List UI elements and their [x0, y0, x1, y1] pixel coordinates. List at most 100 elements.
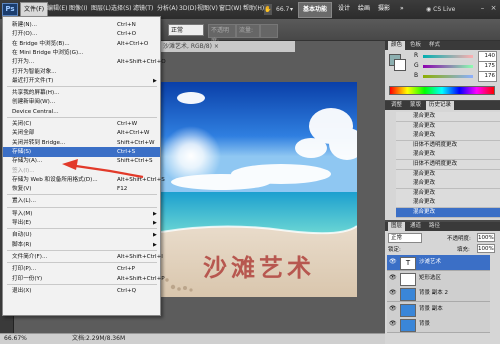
history-item[interactable]: 混合更改	[396, 112, 500, 122]
tab-paths[interactable]: 路径	[426, 222, 443, 231]
file-menu-item-label: 退出(X)	[12, 287, 32, 294]
color-panel-header: 颜色 色板 样式	[385, 41, 500, 50]
file-menu-item[interactable]: 打印一份(Y) Alt+Shift+Ctrl+P	[3, 274, 165, 284]
submenu-arrow-icon: ▶	[153, 241, 157, 248]
document-tab[interactable]: 沙滩艺术, RGB/8) ×	[160, 41, 295, 52]
menu-separator	[7, 283, 157, 285]
file-menu-item[interactable]: 恢复(V) F12	[3, 184, 160, 194]
file-menu-item-shortcut: Alt+Shift+Ctrl+P	[117, 275, 165, 282]
layer-opacity-label: 不透明度:	[447, 236, 471, 242]
menu-separator	[7, 194, 157, 196]
file-menu-item[interactable]: 最近打开文件(T) ▶	[3, 76, 160, 86]
layer-row[interactable]: 👁 矩形选区	[387, 270, 490, 287]
flow-label[interactable]: 流量:	[236, 24, 260, 38]
background-swatch[interactable]	[394, 59, 406, 71]
channel-b-slider[interactable]	[423, 75, 473, 78]
close-icon[interactable]: ×	[489, 4, 498, 13]
document-size-status: 文档:2.29M/8.36M	[72, 335, 126, 342]
mode-select[interactable]: 正常	[168, 24, 204, 36]
file-menu-item[interactable]: 退出(X) Ctrl+Q	[3, 286, 160, 296]
history-item[interactable]: 混合更改	[396, 198, 500, 209]
menu-separator	[7, 249, 157, 251]
menu-separator	[7, 228, 157, 230]
chevron-down-icon[interactable]: ▾	[290, 4, 293, 15]
cs-live-button[interactable]: ◉ CS Live	[426, 4, 476, 15]
history-item[interactable]: 旧体不透明度更改	[396, 160, 500, 170]
file-menu-item[interactable]: 置入(L)...	[3, 196, 160, 206]
tab-adjustments[interactable]: 调整	[388, 101, 405, 110]
file-menu-item[interactable]: 文件简介(F)... Alt+Shift+Ctrl+I	[3, 252, 163, 262]
layer-thumbnail: T	[400, 257, 416, 270]
mode-value: 正常	[171, 27, 184, 34]
tab-layers[interactable]: 图层	[388, 222, 406, 231]
workspace-more[interactable]: »	[396, 2, 408, 16]
file-menu-item-label: 文件简介(F)...	[12, 253, 48, 260]
layer-name: 沙滩艺术	[419, 259, 442, 265]
minimize-icon[interactable]: –	[478, 4, 487, 13]
blend-mode-select[interactable]: 正常	[388, 233, 422, 243]
eye-icon[interactable]: 👁	[389, 290, 397, 296]
layer-row[interactable]: 👁 背景 副本	[387, 301, 490, 318]
file-menu-item-label: 最近打开文件(T)	[12, 77, 54, 84]
fill-label: 填充:	[457, 247, 470, 253]
file-menu-item-label: 恢复(V)	[12, 186, 32, 193]
menu-filter[interactable]: 滤镜(T)	[130, 2, 156, 16]
beach-photo: 沙滩艺术	[161, 82, 357, 297]
layer-row[interactable]: 👁 背景	[387, 317, 490, 333]
history-item[interactable]: 混合更改	[396, 208, 500, 218]
layer-thumbnail	[400, 272, 416, 286]
opacity-label[interactable]: 不透明度:	[208, 24, 236, 45]
airbrush-toggle[interactable]	[260, 24, 278, 38]
eye-icon[interactable]: 👁	[389, 305, 397, 312]
status-bar: 66.67% 文档:2.29M/8.36M	[0, 333, 385, 344]
menu-separator	[7, 262, 157, 264]
layer-opacity-value[interactable]: 100%	[477, 233, 495, 242]
submenu-arrow-icon: ▶	[153, 77, 157, 84]
channel-g-slider[interactable]	[423, 65, 473, 68]
history-item[interactable]: 混合更改	[396, 179, 500, 190]
file-menu-item-label: 导出(E)	[12, 220, 32, 226]
layer-row[interactable]: 👁 T 沙滩艺术	[387, 255, 490, 271]
history-item[interactable]: 旧体不透明度更改	[396, 140, 500, 151]
tab-styles[interactable]: 样式	[426, 41, 443, 50]
hand-icon[interactable]: ✋	[264, 4, 272, 15]
menu-image[interactable]: 图像(I)	[66, 2, 90, 16]
tab-masks[interactable]: 蒙版	[407, 101, 424, 110]
channel-b-value[interactable]: 176	[478, 71, 497, 82]
fill-value[interactable]: 100%	[477, 244, 495, 253]
layer-row[interactable]: 👁 背景 副本 2	[387, 286, 490, 302]
history-item[interactable]: 混合更改	[396, 121, 500, 132]
channel-r-slider[interactable]	[423, 55, 473, 58]
file-menu-item[interactable]: 脚本(R) ▶	[3, 240, 160, 250]
eye-icon[interactable]: 👁	[389, 274, 397, 281]
file-menu-item-label: Device Central...	[12, 108, 59, 115]
tab-history[interactable]: 历史记录	[426, 101, 455, 110]
zoom-level[interactable]: 66.7	[276, 4, 289, 15]
layer-name: 背景	[419, 321, 431, 327]
channel-g-label: G	[414, 62, 419, 69]
workspace-photography[interactable]: 摄影	[374, 2, 394, 16]
tab-color[interactable]: 颜色	[388, 41, 406, 50]
history-item[interactable]: 混合更改	[396, 188, 500, 199]
workspace-painting[interactable]: 绘画	[354, 2, 374, 16]
zoom-status[interactable]: 66.67%	[4, 334, 27, 344]
eye-icon[interactable]: 👁	[389, 259, 397, 265]
tab-swatches[interactable]: 色板	[407, 41, 424, 50]
menu-separator	[7, 86, 157, 88]
color-spectrum-bar[interactable]	[389, 86, 495, 95]
layer-name: 矩形选区	[419, 274, 442, 281]
file-menu-item[interactable]: 导出(E) ▶	[3, 218, 160, 228]
history-item[interactable]: 混合更改	[396, 131, 500, 142]
file-menu-dropdown: 新建(N)... Ctrl+N 打开(O)... Ctrl+O 在 Bridge 中浏览…	[2, 16, 166, 316]
history-item[interactable]: 混合更改	[396, 169, 500, 180]
eye-icon[interactable]: 👁	[389, 321, 397, 327]
tab-channels[interactable]: 通道	[407, 222, 424, 231]
file-menu-item-shortcut: Alt+Shift+Ctrl+I	[117, 253, 163, 260]
menu-separator	[7, 206, 157, 208]
menu-separator	[7, 117, 157, 118]
workspace-essentials[interactable]: 基本功能	[298, 2, 333, 18]
workspace-design[interactable]: 设计	[334, 2, 354, 16]
document-canvas[interactable]: 沙滩艺术	[161, 82, 357, 297]
file-menu-item[interactable]: Device Central...	[3, 107, 160, 117]
history-item[interactable]: 混合更改	[396, 150, 500, 161]
